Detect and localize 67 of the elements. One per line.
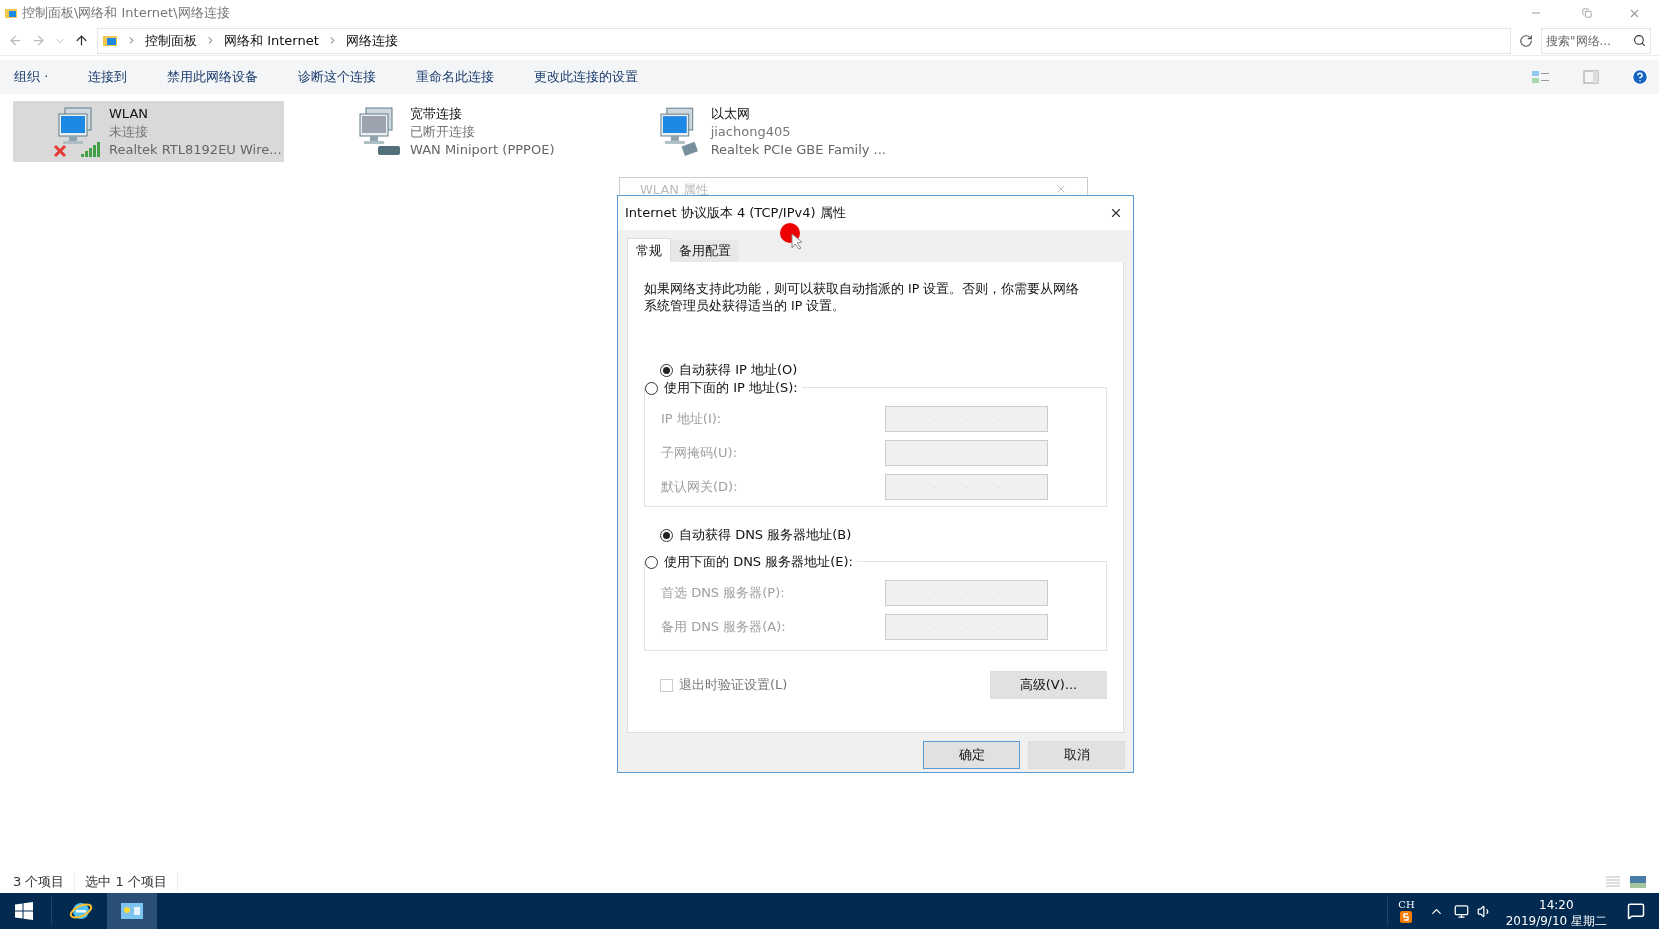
connection-item[interactable]: WLAN 未连接 Realtek RTL8192EU Wire...	[13, 101, 284, 162]
adapter-name: WAN Miniport (PPPOE)	[410, 140, 555, 159]
tab[interactable]: 备用配置	[671, 240, 739, 262]
toolbar-button[interactable]: 禁用此网络设备	[163, 67, 263, 87]
radio-option[interactable]: 使用下面的 DNS 服务器地址(E):	[645, 552, 857, 572]
input-language-indicator[interactable]: CH	[1398, 899, 1415, 911]
help-icon[interactable]	[1631, 68, 1649, 86]
toolbar-button[interactable]: 更改此连接的设置	[530, 67, 643, 87]
close-icon[interactable]	[1109, 206, 1123, 220]
connection-name: WLAN	[109, 104, 149, 123]
breadcrumb[interactable]: 网络和 Internet	[224, 30, 319, 51]
network-icon[interactable]	[1453, 903, 1469, 919]
address-input[interactable]	[885, 440, 1048, 466]
address-input[interactable]	[885, 406, 1048, 432]
address-input[interactable]	[885, 474, 1048, 500]
view-options-icon[interactable]	[1531, 69, 1551, 85]
toolbar-button[interactable]: 重命名此连接	[412, 67, 499, 87]
toolbar-button[interactable]: 连接到	[84, 67, 132, 87]
dialog-title: WLAN 属性	[640, 181, 710, 199]
network-folder-icon	[102, 33, 118, 48]
wireless-computer-icon	[51, 105, 103, 158]
toolbar-button[interactable]: 诊断这个连接	[294, 67, 381, 87]
cancel-button[interactable]: 取消	[1028, 741, 1125, 769]
dialog-title: Internet 协议版本 4 (TCP/IPv4) 属性	[625, 204, 846, 223]
details-view-icon[interactable]	[1606, 876, 1620, 888]
clock[interactable]: 14:20 2019/9/10 星期二	[1505, 893, 1607, 929]
breadcrumb[interactable]: 控制面板	[145, 30, 197, 51]
start-icon[interactable]	[15, 902, 33, 920]
field-label: 默认网关(D):	[661, 478, 738, 497]
forward-icon[interactable]	[31, 33, 46, 48]
notifications-icon[interactable]	[1627, 902, 1645, 920]
refresh-icon[interactable]	[1519, 33, 1533, 48]
address-input[interactable]	[885, 614, 1048, 640]
restore-icon[interactable]	[1582, 8, 1592, 18]
field-label: 子网掩码(U):	[661, 444, 738, 463]
adapter-name: Realtek RTL8192EU Wire...	[109, 140, 282, 159]
folder-icon	[4, 6, 18, 20]
connection-status: 未连接	[109, 122, 149, 141]
connection-status: jiachong405	[710, 122, 792, 141]
advanced-button[interactable]: 高级(V)...	[990, 671, 1107, 699]
address-input[interactable]	[885, 580, 1048, 606]
adapter-name: Realtek PCIe GBE Family ...	[710, 140, 886, 159]
taskbar-button[interactable]	[107, 893, 157, 929]
search-field[interactable]: 搜索"网络...	[1541, 27, 1651, 54]
tab[interactable]: 常规	[627, 238, 671, 262]
address-bar[interactable]: 控制面板 网络和 Internet 网络连接	[97, 27, 1511, 54]
up-icon[interactable]	[74, 33, 89, 48]
connection-name: 宽带连接	[410, 104, 463, 123]
description-text: 如果网络支持此功能，则可以获取自动指派的 IP 设置。否则，你需要从网络系统管理员处获得适当的 IP 设置。	[644, 280, 1081, 314]
ok-button[interactable]: 确定	[923, 741, 1020, 769]
field-label: IP 地址(I):	[661, 410, 722, 429]
field-label: 备用 DNS 服务器(A):	[661, 618, 786, 637]
connection-status: 已断开连接	[410, 122, 476, 141]
ime-icon[interactable]	[1400, 911, 1413, 923]
breadcrumb[interactable]: 网络连接	[345, 30, 398, 51]
back-icon[interactable]	[8, 33, 23, 48]
radio-option[interactable]: 使用下面的 IP 地址(S):	[645, 378, 802, 398]
preview-pane-icon[interactable]	[1583, 70, 1599, 84]
window-title: 控制面板\网络和 Internet\网络连接	[22, 4, 230, 23]
status-text: 选中 1 个项目	[85, 872, 178, 892]
status-text: 3 个项目	[13, 872, 76, 892]
connection-name: 以太网	[710, 104, 751, 123]
large-icons-view-icon[interactable]	[1630, 876, 1646, 888]
control-panel-icon	[121, 903, 143, 919]
field-label: 首选 DNS 服务器(P):	[661, 584, 785, 603]
search-icon	[1633, 34, 1646, 47]
toolbar-button[interactable]: 组织 ·	[10, 67, 53, 87]
